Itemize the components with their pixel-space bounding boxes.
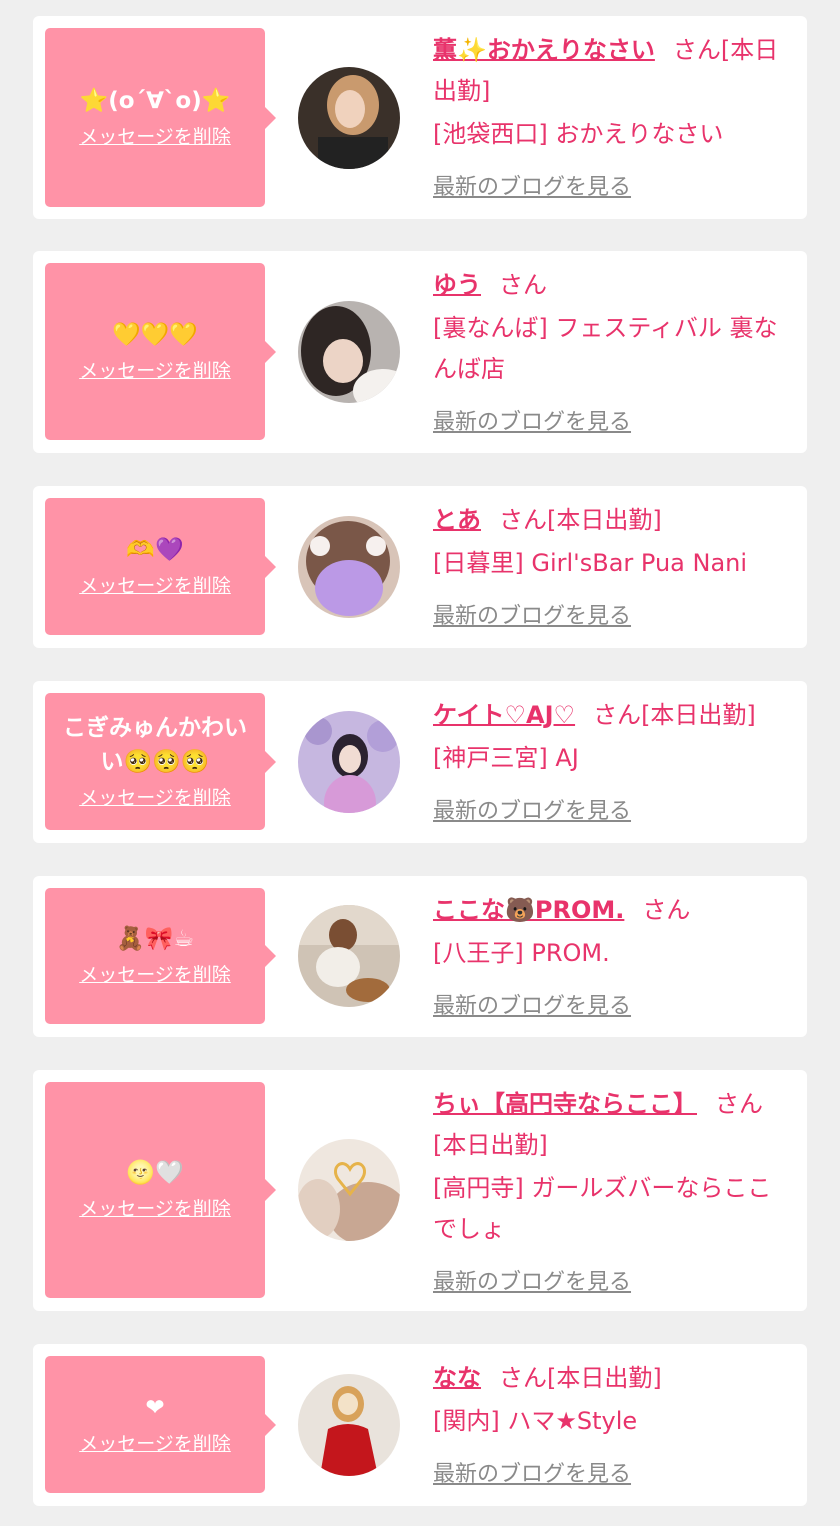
message-text: ❤ [145, 1394, 165, 1421]
message-bubble: ❤ メッセージを削除 [45, 1356, 276, 1493]
message-bubble: 🌝🤍 メッセージを削除 [45, 1082, 276, 1298]
latest-blog-link[interactable]: 最新のブログを見る [433, 402, 631, 443]
message-text: 🫶💜 [126, 536, 184, 563]
cast-name-line: ケイト♡AJ♡ さん[本日出勤] [433, 695, 793, 736]
cast-name-link[interactable]: 薫✨おかえりなさい [433, 36, 655, 64]
cast-info: ケイト♡AJ♡ さん[本日出勤] [神戸三宮] AJ 最新のブログを見る [433, 695, 793, 832]
honorific: さん [642, 896, 691, 924]
cast-name-link[interactable]: ちぃ【高円寺ならここ】 [433, 1090, 697, 1118]
latest-blog-link[interactable]: 最新のブログを見る [433, 596, 631, 637]
delete-message-link[interactable]: メッセージを削除 [79, 122, 231, 152]
avatar[interactable] [298, 516, 400, 618]
shop-name: [日暮里] Girl'sBar Pua Nani [433, 549, 748, 577]
delete-message-link[interactable]: メッセージを削除 [79, 1194, 231, 1224]
shop-name: [八王子] PROM. [433, 939, 610, 967]
message-bubble: ⭐(o´∀`o)⭐ メッセージを削除 [45, 28, 276, 207]
work-status: [本日出勤] [433, 1131, 548, 1159]
cast-name-link[interactable]: ケイト♡AJ♡ [433, 701, 575, 729]
cast-name-line: とあ さん[本日出勤] [433, 500, 793, 541]
shop-name: [池袋西口] おかえりなさい [433, 120, 724, 148]
honorific: さん [715, 1090, 763, 1118]
latest-blog-link[interactable]: 最新のブログを見る [433, 167, 631, 208]
honorific: さん [499, 271, 547, 299]
message-text: こぎみゅんかわいい🥺🥺🥺 [63, 714, 247, 775]
honorific: さん [593, 701, 642, 729]
message-card: 🌝🤍 メッセージを削除 ちぃ【高円寺ならここ】 さん [本日出勤] [高円寺] ガー… [33, 1070, 807, 1311]
cast-name-line: ゆう さん [433, 265, 793, 306]
message-text: 🌝🤍 [126, 1160, 184, 1186]
avatar[interactable] [298, 301, 400, 403]
cast-name-link[interactable]: なな [433, 1364, 481, 1392]
delete-message-link[interactable]: メッセージを削除 [79, 1429, 231, 1459]
message-bubble: 🫶💜 メッセージを削除 [45, 498, 276, 635]
work-status: [本日出勤] [547, 1364, 662, 1392]
cast-name-link[interactable]: ここな🐻PROM. [433, 896, 624, 924]
delete-message-link[interactable]: メッセージを削除 [79, 783, 231, 813]
latest-blog-link[interactable]: 最新のブログを見る [433, 986, 631, 1027]
cast-info: 薫✨おかえりなさい さん[本日出勤] [池袋西口] おかえりなさい 最新のブログを… [433, 30, 793, 208]
cast-name-line: なな さん[本日出勤] [433, 1358, 793, 1399]
work-status: [本日出勤] [547, 506, 662, 534]
shop-name: [高円寺] ガールズバーならここでしょ [433, 1174, 772, 1243]
delete-message-link[interactable]: メッセージを削除 [79, 356, 231, 386]
honorific: さん [672, 36, 721, 64]
honorific: さん [499, 1364, 547, 1392]
message-card: 🫶💜 メッセージを削除 とあ さん[本日出勤] [日暮里] Girl'sBar P… [33, 486, 807, 648]
message-card: こぎみゅんかわいい🥺🥺🥺 メッセージを削除 ケイト♡AJ♡ さん[本日出勤] [神… [33, 681, 807, 843]
cast-name-line: ここな🐻PROM. さん [433, 890, 793, 931]
work-status: [本日出勤] [641, 701, 756, 729]
latest-blog-link[interactable]: 最新のブログを見る [433, 791, 631, 832]
cast-info: なな さん[本日出勤] [関内] ハマ★Style 最新のブログを見る [433, 1358, 793, 1495]
shop-name: [神戸三宮] AJ [433, 744, 579, 772]
honorific: さん [499, 506, 547, 534]
delete-message-link[interactable]: メッセージを削除 [79, 960, 231, 990]
avatar[interactable] [298, 711, 400, 813]
message-card: 💛💛💛 メッセージを削除 ゆう さん [裏なんば] フェスティバル 裏なんば店 最… [33, 251, 807, 453]
avatar[interactable] [298, 67, 400, 169]
delete-message-link[interactable]: メッセージを削除 [79, 571, 231, 601]
message-text: 💛💛💛 [112, 321, 198, 348]
avatar[interactable] [298, 1139, 400, 1241]
cast-name-line: ちぃ【高円寺ならここ】 さん [本日出勤] [433, 1084, 793, 1166]
cast-name-link[interactable]: ゆう [433, 271, 481, 299]
latest-blog-link[interactable]: 最新のブログを見る [433, 1454, 631, 1495]
cast-info: とあ さん[本日出勤] [日暮里] Girl'sBar Pua Nani 最新のブ… [433, 500, 793, 637]
cast-info: ここな🐻PROM. さん [八王子] PROM. 最新のブログを見る [433, 890, 793, 1027]
shop-name: [関内] ハマ★Style [433, 1407, 638, 1435]
message-card: ❤ メッセージを削除 なな さん[本日出勤] [関内] ハマ★Style 最新のブ… [33, 1344, 807, 1506]
message-card: 🧸🎀☕ メッセージを削除 ここな🐻PROM. さん [八王子] PROM. 最新の… [33, 876, 807, 1037]
avatar[interactable] [298, 905, 400, 1007]
message-bubble: こぎみゅんかわいい🥺🥺🥺 メッセージを削除 [45, 693, 276, 830]
cast-name-line: 薫✨おかえりなさい さん[本日出勤] [433, 30, 793, 112]
shop-name: [裏なんば] フェスティバル 裏なんば店 [433, 314, 778, 383]
message-text: ⭐(o´∀`o)⭐ [79, 87, 231, 114]
avatar[interactable] [298, 1374, 400, 1476]
message-bubble: 🧸🎀☕ メッセージを削除 [45, 888, 276, 1024]
message-bubble: 💛💛💛 メッセージを削除 [45, 263, 276, 440]
latest-blog-link[interactable]: 最新のブログを見る [433, 1262, 631, 1303]
cast-info: ゆう さん [裏なんば] フェスティバル 裏なんば店 最新のブログを見る [433, 265, 793, 443]
cast-info: ちぃ【高円寺ならここ】 さん[本日出勤] [高円寺] ガールズバーならここでしょ … [433, 1084, 793, 1303]
message-card: ⭐(o´∀`o)⭐ メッセージを削除 薫✨おかえりなさい さん[本日出勤] [池袋… [33, 16, 807, 219]
cast-name-link[interactable]: とあ [433, 506, 481, 534]
message-text: 🧸🎀☕ [116, 926, 194, 952]
